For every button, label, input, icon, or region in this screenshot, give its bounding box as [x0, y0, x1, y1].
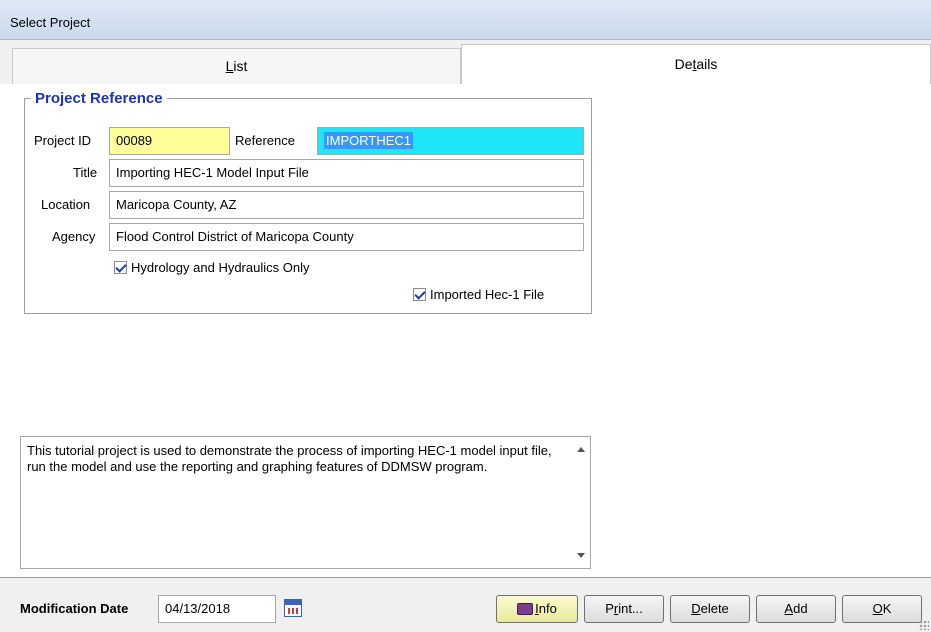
project-reference-legend: Project Reference: [35, 90, 163, 107]
location-field[interactable]: Maricopa County, AZ: [109, 191, 584, 219]
description-text: This tutorial project is used to demonst…: [27, 443, 552, 474]
add-button-rest: dd: [793, 601, 808, 616]
description-scrollbar[interactable]: [573, 437, 590, 568]
hydrology-only-checkbox[interactable]: Hydrology and Hydraulics Only: [114, 260, 309, 275]
project-id-value: 00089: [116, 133, 153, 148]
title-label: Title: [73, 165, 98, 180]
modification-date-field[interactable]: 04/13/2018: [158, 595, 276, 623]
delete-button-key: D: [691, 601, 701, 616]
agency-value: Flood Control District of Maricopa Count…: [116, 229, 354, 244]
add-button[interactable]: Add: [756, 595, 836, 623]
print-button-rest: int...: [618, 601, 643, 616]
tab-details-label-post: ails: [696, 56, 718, 72]
modification-date-label: Modification Date: [20, 601, 129, 616]
scroll-down-icon[interactable]: [577, 553, 585, 558]
add-button-key: A: [784, 601, 794, 616]
imported-hec1-checkbox[interactable]: Imported Hec-1 File: [413, 287, 544, 302]
title-field[interactable]: Importing HEC-1 Model Input File: [109, 159, 584, 187]
location-label: Location: [41, 197, 91, 212]
project-id-label: Project ID: [34, 133, 92, 148]
title-bar[interactable]: Select Project: [0, 0, 931, 40]
tab-list[interactable]: List: [12, 48, 461, 84]
info-button[interactable]: Info: [496, 595, 578, 623]
tab-details-label-pre: De: [674, 56, 693, 72]
calendar-icon[interactable]: [284, 599, 302, 617]
imported-hec1-check-icon: [413, 288, 426, 301]
footer-bar: Modification Date 04/13/2018 Info Print.…: [0, 579, 931, 632]
print-button-pre: P: [605, 601, 614, 616]
title-value: Importing HEC-1 Model Input File: [116, 165, 309, 180]
tab-details[interactable]: Details: [461, 44, 931, 84]
print-button[interactable]: Print...: [584, 595, 664, 623]
book-icon: [517, 603, 534, 615]
tab-list-label-post: ist: [233, 58, 248, 74]
location-value: Maricopa County, AZ: [116, 197, 237, 212]
select-project-window: Select Project List Details Project Refe…: [0, 0, 931, 632]
resize-grip-icon[interactable]: [919, 620, 929, 630]
scroll-up-icon[interactable]: [577, 447, 585, 452]
hydrology-only-check-icon: [114, 261, 127, 274]
ok-button-rest: K: [882, 601, 892, 616]
project-reference-group: Project Reference Project ID 00089 Refer…: [24, 90, 592, 314]
description-memo[interactable]: This tutorial project is used to demonst…: [20, 436, 591, 569]
hydrology-only-label: Hydrology and Hydraulics Only: [131, 260, 310, 275]
reference-field[interactable]: IMPORTHEC1: [317, 127, 584, 155]
window-title: Select Project: [10, 15, 91, 30]
agency-label: Agency: [52, 229, 96, 244]
delete-button-rest: elete: [700, 601, 729, 616]
ok-button[interactable]: OK: [842, 595, 922, 623]
details-panel: Project Reference Project ID 00089 Refer…: [0, 84, 931, 578]
reference-label: Reference: [235, 133, 295, 148]
agency-field[interactable]: Flood Control District of Maricopa Count…: [109, 223, 584, 251]
modification-date-value: 04/13/2018: [165, 601, 231, 616]
reference-value: IMPORTHEC1: [324, 132, 413, 149]
info-button-rest: nfo: [538, 601, 557, 616]
delete-button[interactable]: Delete: [670, 595, 750, 623]
tab-strip: List Details: [0, 40, 931, 84]
ok-button-key: O: [872, 601, 883, 616]
imported-hec1-label: Imported Hec-1 File: [430, 287, 545, 302]
project-id-field[interactable]: 00089: [109, 127, 230, 155]
